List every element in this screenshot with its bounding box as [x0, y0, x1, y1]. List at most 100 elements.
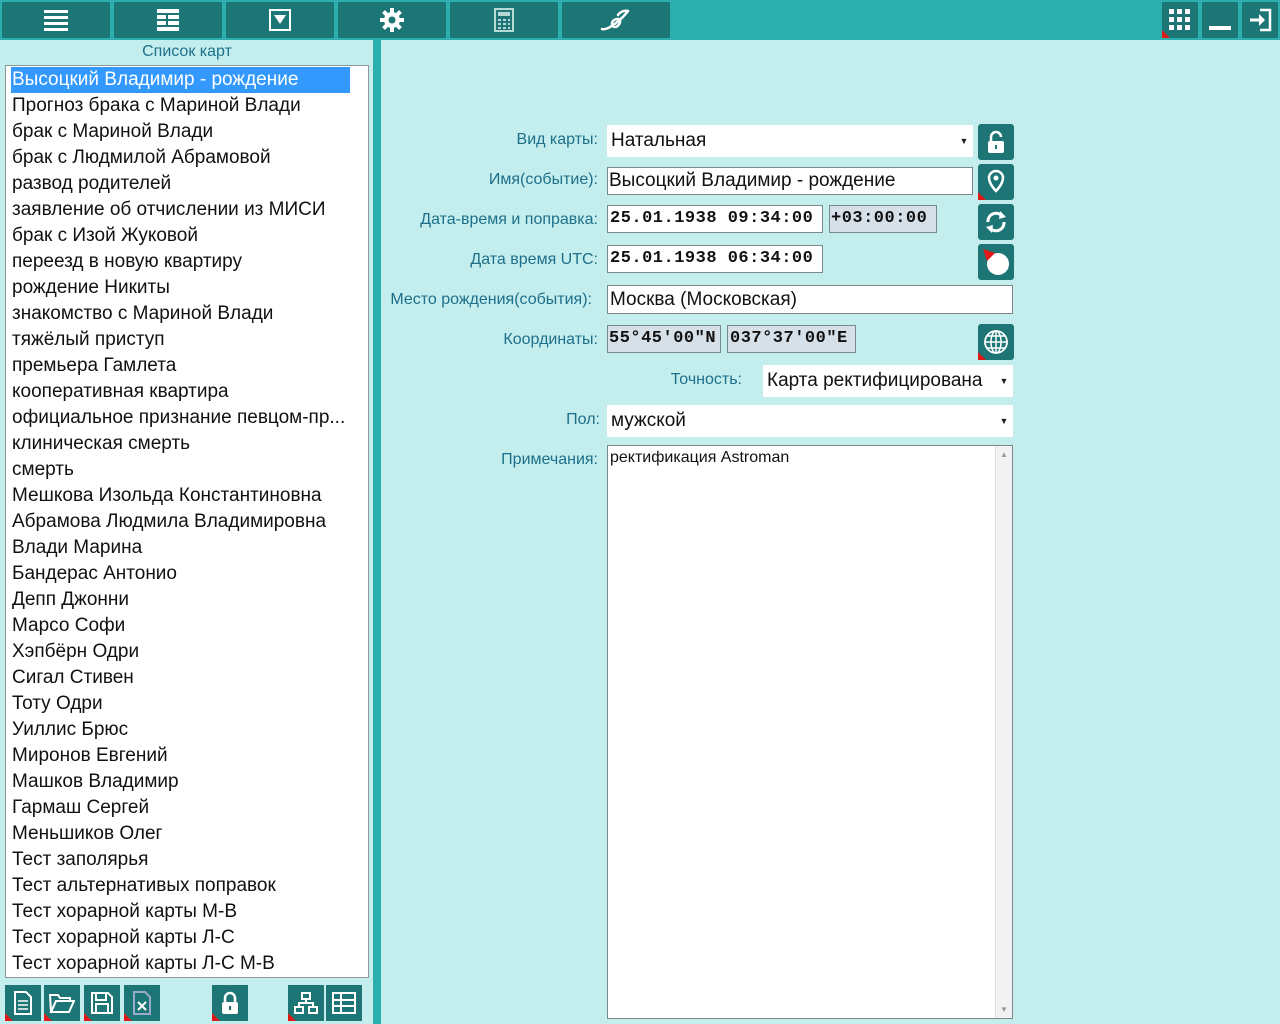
chart-list-item[interactable]: Тоту Одри [11, 691, 350, 717]
map-pin-icon [987, 169, 1005, 193]
chart-list-item[interactable]: брак с Мариной Влади [11, 119, 350, 145]
chart-list-item[interactable]: Влади Марина [11, 535, 350, 561]
table-icon [332, 992, 356, 1014]
calculator-button[interactable] [450, 2, 558, 38]
current-time-button[interactable] [978, 244, 1014, 280]
exit-button[interactable] [1242, 2, 1278, 38]
name-field[interactable]: Высоцкий Владимир - рождение [607, 167, 973, 195]
accuracy-value: Карта ректифицирована [767, 370, 983, 391]
hierarchy-icon [294, 992, 318, 1014]
logo-button[interactable] [562, 2, 670, 38]
chart-list-item[interactable]: Тест хорарной карты Л-С М-В [11, 951, 350, 977]
chart-list-item[interactable]: заявление об отчислении из МИСИ [11, 197, 350, 223]
chevron-down-icon: ▼ [959, 136, 969, 146]
chart-type-label: Вид карты: [516, 131, 598, 148]
corner-marker [84, 1013, 92, 1021]
place-field[interactable]: Москва (Московская) [607, 285, 1013, 314]
chart-list-item[interactable]: клиническая смерть [11, 431, 350, 457]
chart-list-item[interactable]: Тест хорарной карты Л-С [11, 925, 350, 951]
chart-list-item[interactable]: Хэпбёрн Одри [11, 639, 350, 665]
latitude-field[interactable]: 55°45'00"N [607, 325, 721, 353]
chart-list-title: Список карт [142, 43, 232, 60]
scroll-up-icon[interactable]: ▲ [996, 450, 1012, 459]
notes-textarea[interactable]: ректификация Astroman ▲ ▼ [607, 445, 1013, 1019]
menu-button[interactable] [2, 2, 110, 38]
chart-list-item[interactable]: Гармаш Сергей [11, 795, 350, 821]
settings-button[interactable] [338, 2, 446, 38]
gender-select[interactable]: мужской ▼ [607, 405, 1013, 437]
minimize-icon [1209, 26, 1231, 30]
chart-list-item[interactable]: брак с Изой Жуковой [11, 223, 350, 249]
lock-icon [222, 991, 238, 1014]
chart-list-item[interactable]: рождение Никиты [11, 275, 350, 301]
chart-list-item[interactable]: Тест заполярья [11, 847, 350, 873]
chart-list-item[interactable]: Марсо Софи [11, 613, 350, 639]
chart-list-item[interactable]: Сигал Стивен [11, 665, 350, 691]
longitude-field[interactable]: 037°37'00"E [727, 325, 856, 353]
refresh-button[interactable] [978, 204, 1014, 240]
new-chart-button[interactable] [5, 985, 41, 1021]
notes-scrollbar[interactable]: ▲ ▼ [995, 446, 1012, 1018]
dropdown-button[interactable] [226, 2, 334, 38]
chart-list-item[interactable]: брак с Людмилой Абрамовой [11, 145, 350, 171]
chart-list-item[interactable]: Депп Джонни [11, 587, 350, 613]
chart-list-item[interactable]: Миронов Евгений [11, 743, 350, 769]
chart-list-item[interactable]: Бандерас Антонио [11, 561, 350, 587]
save-icon [91, 992, 113, 1014]
chart-list-item[interactable]: развод родителей [11, 171, 350, 197]
chart-list[interactable]: Высоцкий Владимир - рождение Прогноз брак… [5, 65, 369, 978]
gear-icon [380, 8, 404, 32]
corner-marker [978, 352, 986, 360]
chart-type-select[interactable]: Натальная ▼ [607, 125, 973, 157]
folder-open-icon [49, 994, 75, 1013]
scroll-down-icon[interactable]: ▼ [996, 1005, 1012, 1014]
exit-icon [1250, 8, 1272, 32]
chart-list-item[interactable]: знакомство с Мариной Влади [11, 301, 350, 327]
chart-list-item[interactable]: кооперативная квартира [11, 379, 350, 405]
chart-list-item[interactable]: Уиллис Брюс [11, 717, 350, 743]
delete-chart-button[interactable] [124, 985, 160, 1021]
corner-marker [212, 1013, 220, 1021]
logo-icon [600, 9, 630, 31]
open-chart-button[interactable] [44, 985, 80, 1021]
chart-list-item[interactable]: Прогноз брака с Мариной Влади [11, 93, 350, 119]
table-view-button[interactable] [326, 985, 362, 1021]
grid-view-button[interactable] [1162, 2, 1198, 38]
chart-list-item[interactable]: переезд в новую квартиру [11, 249, 350, 275]
datetime-field[interactable]: 25.01.1938 09:34:00 [607, 205, 823, 233]
chart-list-item[interactable]: тяжёлый приступ [11, 327, 350, 353]
utc-datetime-field[interactable]: 25.01.1938 06:34:00 [607, 245, 823, 273]
clock-icon [983, 249, 1009, 275]
top-toolbar [0, 0, 1280, 40]
corner-marker [124, 1013, 132, 1021]
list-icon [157, 9, 179, 31]
corner-marker [5, 1013, 13, 1021]
chart-list-item[interactable]: премьера Гамлета [11, 353, 350, 379]
datetime-label: Дата-время и поправка: [420, 211, 598, 228]
lock-button[interactable] [212, 985, 248, 1021]
chart-list-item[interactable]: Машков Владимир [11, 769, 350, 795]
unlock-button[interactable] [978, 124, 1014, 160]
chevron-down-icon: ▼ [999, 376, 1009, 386]
chart-list-item[interactable]: Тест альтернативых поправок [11, 873, 350, 899]
chart-list-item[interactable]: официальное признание певцом-пр... [11, 405, 350, 431]
chart-list-item[interactable]: Абрамова Людмила Владимировна [11, 509, 350, 535]
list-view-button[interactable] [114, 2, 222, 38]
minimize-button[interactable] [1202, 2, 1238, 38]
place-label: Место рождения(события): [390, 291, 592, 308]
chart-list-item[interactable]: Тест хорарной карты М-В [11, 899, 350, 925]
tree-view-button[interactable] [288, 985, 324, 1021]
chart-list-item[interactable]: смерть [11, 457, 350, 483]
name-label: Имя(событие): [488, 171, 598, 188]
panel-splitter[interactable] [373, 40, 381, 1024]
timezone-offset-field[interactable]: +03:00:00 [829, 205, 937, 233]
chart-list-item[interactable]: Высоцкий Владимир - рождение [11, 67, 350, 93]
chart-list-item[interactable]: Меньшиков Олег [11, 821, 350, 847]
atlas-button[interactable] [978, 324, 1014, 360]
gender-label: Пол: [566, 411, 600, 428]
accuracy-select[interactable]: Карта ректифицирована ▼ [763, 365, 1013, 397]
location-pin-button[interactable] [978, 164, 1014, 200]
delete-file-icon [133, 991, 151, 1015]
save-chart-button[interactable] [84, 985, 120, 1021]
chart-list-item[interactable]: Мешкова Изольда Константиновна [11, 483, 350, 509]
